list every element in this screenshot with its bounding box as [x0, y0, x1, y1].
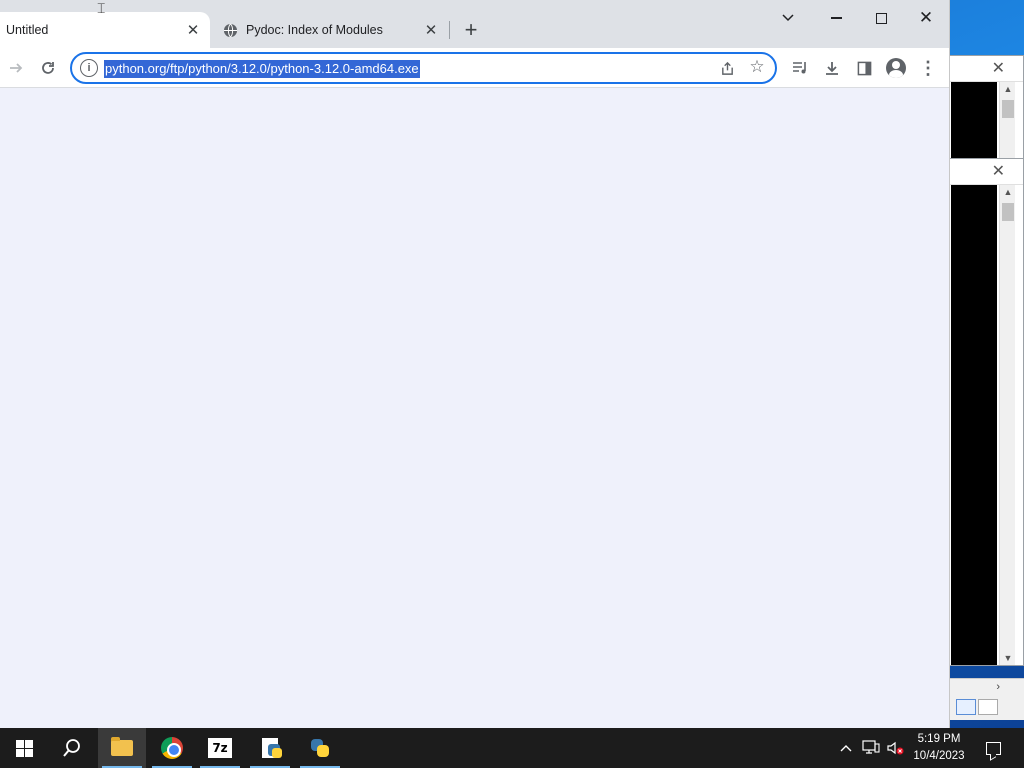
sevenzip-icon: 7z: [208, 738, 232, 758]
large-icons-view-icon[interactable]: [978, 699, 998, 715]
show-hidden-icons-button[interactable]: [836, 728, 856, 768]
taskbar-python[interactable]: [296, 728, 344, 768]
folder-icon: [111, 737, 133, 756]
side-panel-button[interactable]: [850, 54, 878, 82]
python-icon: [309, 737, 331, 759]
notification-icon: [985, 741, 1001, 755]
tab-title: Untitled: [6, 23, 49, 37]
taskbar-file-explorer[interactable]: [98, 728, 146, 768]
chrome-icon: [161, 737, 183, 759]
search-icon: [63, 739, 80, 757]
minimize-button[interactable]: [816, 4, 856, 32]
taskbar: 7z 5:19 PM 10/4/2023: [0, 728, 1024, 768]
scrollbar[interactable]: ▲: [999, 82, 1015, 164]
chevron-up-icon: [840, 745, 852, 752]
details-view-icon[interactable]: [956, 699, 976, 715]
browser-toolbar: i python.org/ftp/python/3.12.0/python-3.…: [0, 48, 949, 88]
clock-date: 10/4/2023: [913, 750, 965, 762]
profile-button[interactable]: [882, 54, 910, 82]
taskbar-chrome[interactable]: [148, 728, 196, 768]
tab-title: Pydoc: Index of Modules: [246, 23, 383, 37]
close-tab-icon[interactable]: ✕: [182, 19, 204, 41]
scroll-up-icon[interactable]: ▲: [1000, 84, 1016, 94]
console-area: [951, 82, 997, 164]
python-setup-icon: [262, 738, 282, 758]
scroll-thumb[interactable]: [1002, 203, 1014, 221]
tab-strip: Untitled ✕ Pydoc: Index of Modules ✕ + ✕: [0, 0, 949, 48]
start-button[interactable]: [0, 728, 48, 768]
minimize-icon: [830, 17, 842, 19]
taskbar-python-setup[interactable]: [246, 728, 294, 768]
page-content[interactable]: [0, 89, 949, 728]
clock-time: 5:19 PM: [917, 733, 961, 745]
tab-search-button[interactable]: [768, 4, 808, 32]
reload-button[interactable]: [34, 54, 62, 82]
scroll-thumb[interactable]: [1002, 100, 1014, 118]
tab-pydoc[interactable]: Pydoc: Index of Modules ✕: [214, 12, 448, 48]
scrollbar[interactable]: ▲ ▼: [999, 185, 1015, 665]
action-center-button[interactable]: [978, 728, 1008, 768]
text-cursor-icon: ⌶: [97, 0, 106, 16]
taskbar-clock[interactable]: 5:19 PM 10/4/2023: [908, 731, 970, 765]
address-bar[interactable]: i python.org/ftp/python/3.12.0/python-3.…: [70, 52, 777, 84]
background-explorer-window[interactable]: ›: [950, 678, 1024, 720]
windows-logo-icon: [15, 739, 33, 757]
console-area: [951, 185, 997, 665]
search-button[interactable]: [48, 728, 96, 768]
share-icon[interactable]: [717, 58, 737, 78]
chevron-right-icon[interactable]: ›: [996, 681, 1000, 693]
close-icon[interactable]: ✕: [992, 163, 1005, 181]
site-info-icon[interactable]: i: [80, 59, 98, 77]
volume-muted-icon[interactable]: [884, 728, 906, 768]
forward-button[interactable]: [2, 54, 30, 82]
browser-window: Untitled ✕ Pydoc: Index of Modules ✕ + ✕…: [0, 0, 950, 728]
network-icon[interactable]: [860, 728, 882, 768]
close-icon[interactable]: ✕: [992, 60, 1005, 78]
address-url-text[interactable]: python.org/ftp/python/3.12.0/python-3.12…: [104, 60, 420, 78]
maximize-icon: [875, 12, 887, 24]
globe-icon: [222, 22, 238, 38]
download-button[interactable]: [818, 54, 846, 82]
new-tab-button[interactable]: +: [458, 17, 484, 43]
tab-separator: [449, 21, 450, 39]
scroll-down-icon[interactable]: ▼: [1000, 653, 1016, 663]
taskbar-7zip[interactable]: 7z: [196, 728, 244, 768]
close-tab-icon[interactable]: ✕: [420, 19, 442, 41]
avatar: [886, 58, 906, 78]
maximize-button[interactable]: [861, 4, 901, 32]
scroll-up-icon[interactable]: ▲: [1000, 187, 1016, 197]
chrome-menu-button[interactable]: ⋮: [914, 54, 942, 82]
media-control-button[interactable]: [786, 54, 814, 82]
tab-untitled[interactable]: Untitled ✕: [0, 12, 210, 48]
close-window-button[interactable]: ✕: [906, 4, 946, 32]
bookmark-star-icon[interactable]: ☆: [747, 57, 767, 77]
